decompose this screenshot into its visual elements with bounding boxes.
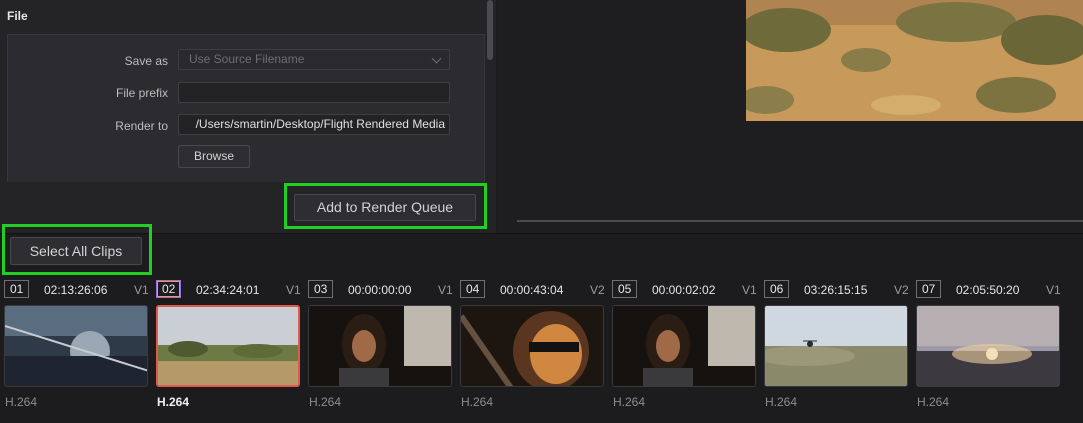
clip-number: 04 <box>460 280 486 298</box>
clip-timecode: 00:00:43:04 <box>500 283 564 297</box>
clip-codec: H.264 <box>613 395 646 409</box>
clip-thumbnail[interactable] <box>764 305 908 387</box>
clip-codec: H.264 <box>309 395 342 409</box>
clip-number: 06 <box>764 280 790 298</box>
browse-button[interactable]: Browse <box>178 145 250 168</box>
clip-track: V2 <box>894 283 909 297</box>
clip-number: 01 <box>4 280 30 298</box>
clip-codec: H.264 <box>157 395 190 409</box>
clip-track: V1 <box>1046 283 1061 297</box>
clip-codec: H.264 <box>917 395 950 409</box>
clip-timecode: 00:00:00:00 <box>348 283 412 297</box>
viewer-scrubber[interactable] <box>517 220 1083 222</box>
file-prefix-label: File prefix <box>115 86 168 100</box>
scrollbar-thumb[interactable] <box>487 0 493 60</box>
save-as-select[interactable]: Use Source Filename <box>178 49 450 70</box>
clip-number: 07 <box>916 280 942 298</box>
clip-track: V1 <box>438 283 453 297</box>
clip-track: V1 <box>134 283 149 297</box>
add-to-render-queue-button[interactable]: Add to Render Queue <box>294 194 476 221</box>
file-prefix-field[interactable] <box>178 82 450 103</box>
clip-timecode: 02:34:24:01 <box>196 283 260 297</box>
viewer-frame-image <box>746 0 1083 121</box>
clip-number: 05 <box>612 280 638 298</box>
clip-codec: H.264 <box>5 395 38 409</box>
clip-track: V1 <box>286 283 301 297</box>
clip-track: V2 <box>590 283 605 297</box>
clip-thumbnail[interactable] <box>612 305 756 387</box>
clip-thumbnail[interactable] <box>460 305 604 387</box>
clip-codec: H.264 <box>461 395 494 409</box>
file-section-title: File <box>7 9 28 23</box>
render-to-field[interactable]: /Users/smartin/Desktop/Flight Rendered M… <box>178 114 450 135</box>
clip-timecode: 00:00:02:02 <box>652 283 716 297</box>
render-to-label: Render to <box>115 119 168 133</box>
clip-timecode: 03:26:15:15 <box>804 283 868 297</box>
clip-timecode: 02:05:50:20 <box>956 283 1020 297</box>
clip-number: 02 <box>156 280 182 298</box>
clip-track: V1 <box>742 283 757 297</box>
clip-thumbnail[interactable] <box>156 305 300 387</box>
clip-thumbnail[interactable] <box>916 305 1060 387</box>
clip-thumbnail[interactable] <box>308 305 452 387</box>
clip-thumbnail[interactable] <box>4 305 148 387</box>
clip-number: 03 <box>308 280 334 298</box>
save-as-value: Use Source Filename <box>189 52 305 66</box>
clip-codec: H.264 <box>765 395 798 409</box>
select-all-clips-button[interactable]: Select All Clips <box>10 237 142 265</box>
clip-timecode: 02:13:26:06 <box>44 283 108 297</box>
save-as-label: Save as <box>124 54 168 68</box>
chevron-down-icon <box>431 53 442 64</box>
panel-divider <box>0 233 1083 234</box>
